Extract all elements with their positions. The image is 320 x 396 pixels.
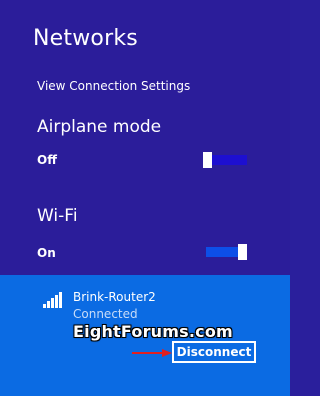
- disconnect-button[interactable]: Disconnect: [172, 341, 256, 363]
- network-name: Brink-Router2: [73, 290, 156, 304]
- wifi-signal-icon: [43, 292, 63, 308]
- watermark-text: EightForums.com: [73, 322, 233, 341]
- view-connection-settings-link[interactable]: View Connection Settings: [37, 79, 190, 93]
- airplane-mode-toggle[interactable]: [203, 152, 247, 168]
- wifi-state: On: [37, 246, 56, 260]
- toggle-knob[interactable]: [203, 152, 212, 168]
- page-title: Networks: [33, 26, 138, 51]
- toggle-knob[interactable]: [238, 244, 247, 260]
- network-status: Connected: [73, 307, 138, 321]
- airplane-mode-state: Off: [37, 153, 57, 167]
- toggle-fill: [206, 247, 238, 257]
- toggle-track: [212, 155, 247, 165]
- airplane-mode-label: Airplane mode: [37, 117, 162, 137]
- arrow-right-icon: [132, 349, 172, 357]
- wifi-label: Wi-Fi: [37, 206, 78, 226]
- networks-panel: Networks View Connection Settings Airpla…: [0, 0, 290, 396]
- wifi-toggle[interactable]: [203, 244, 247, 260]
